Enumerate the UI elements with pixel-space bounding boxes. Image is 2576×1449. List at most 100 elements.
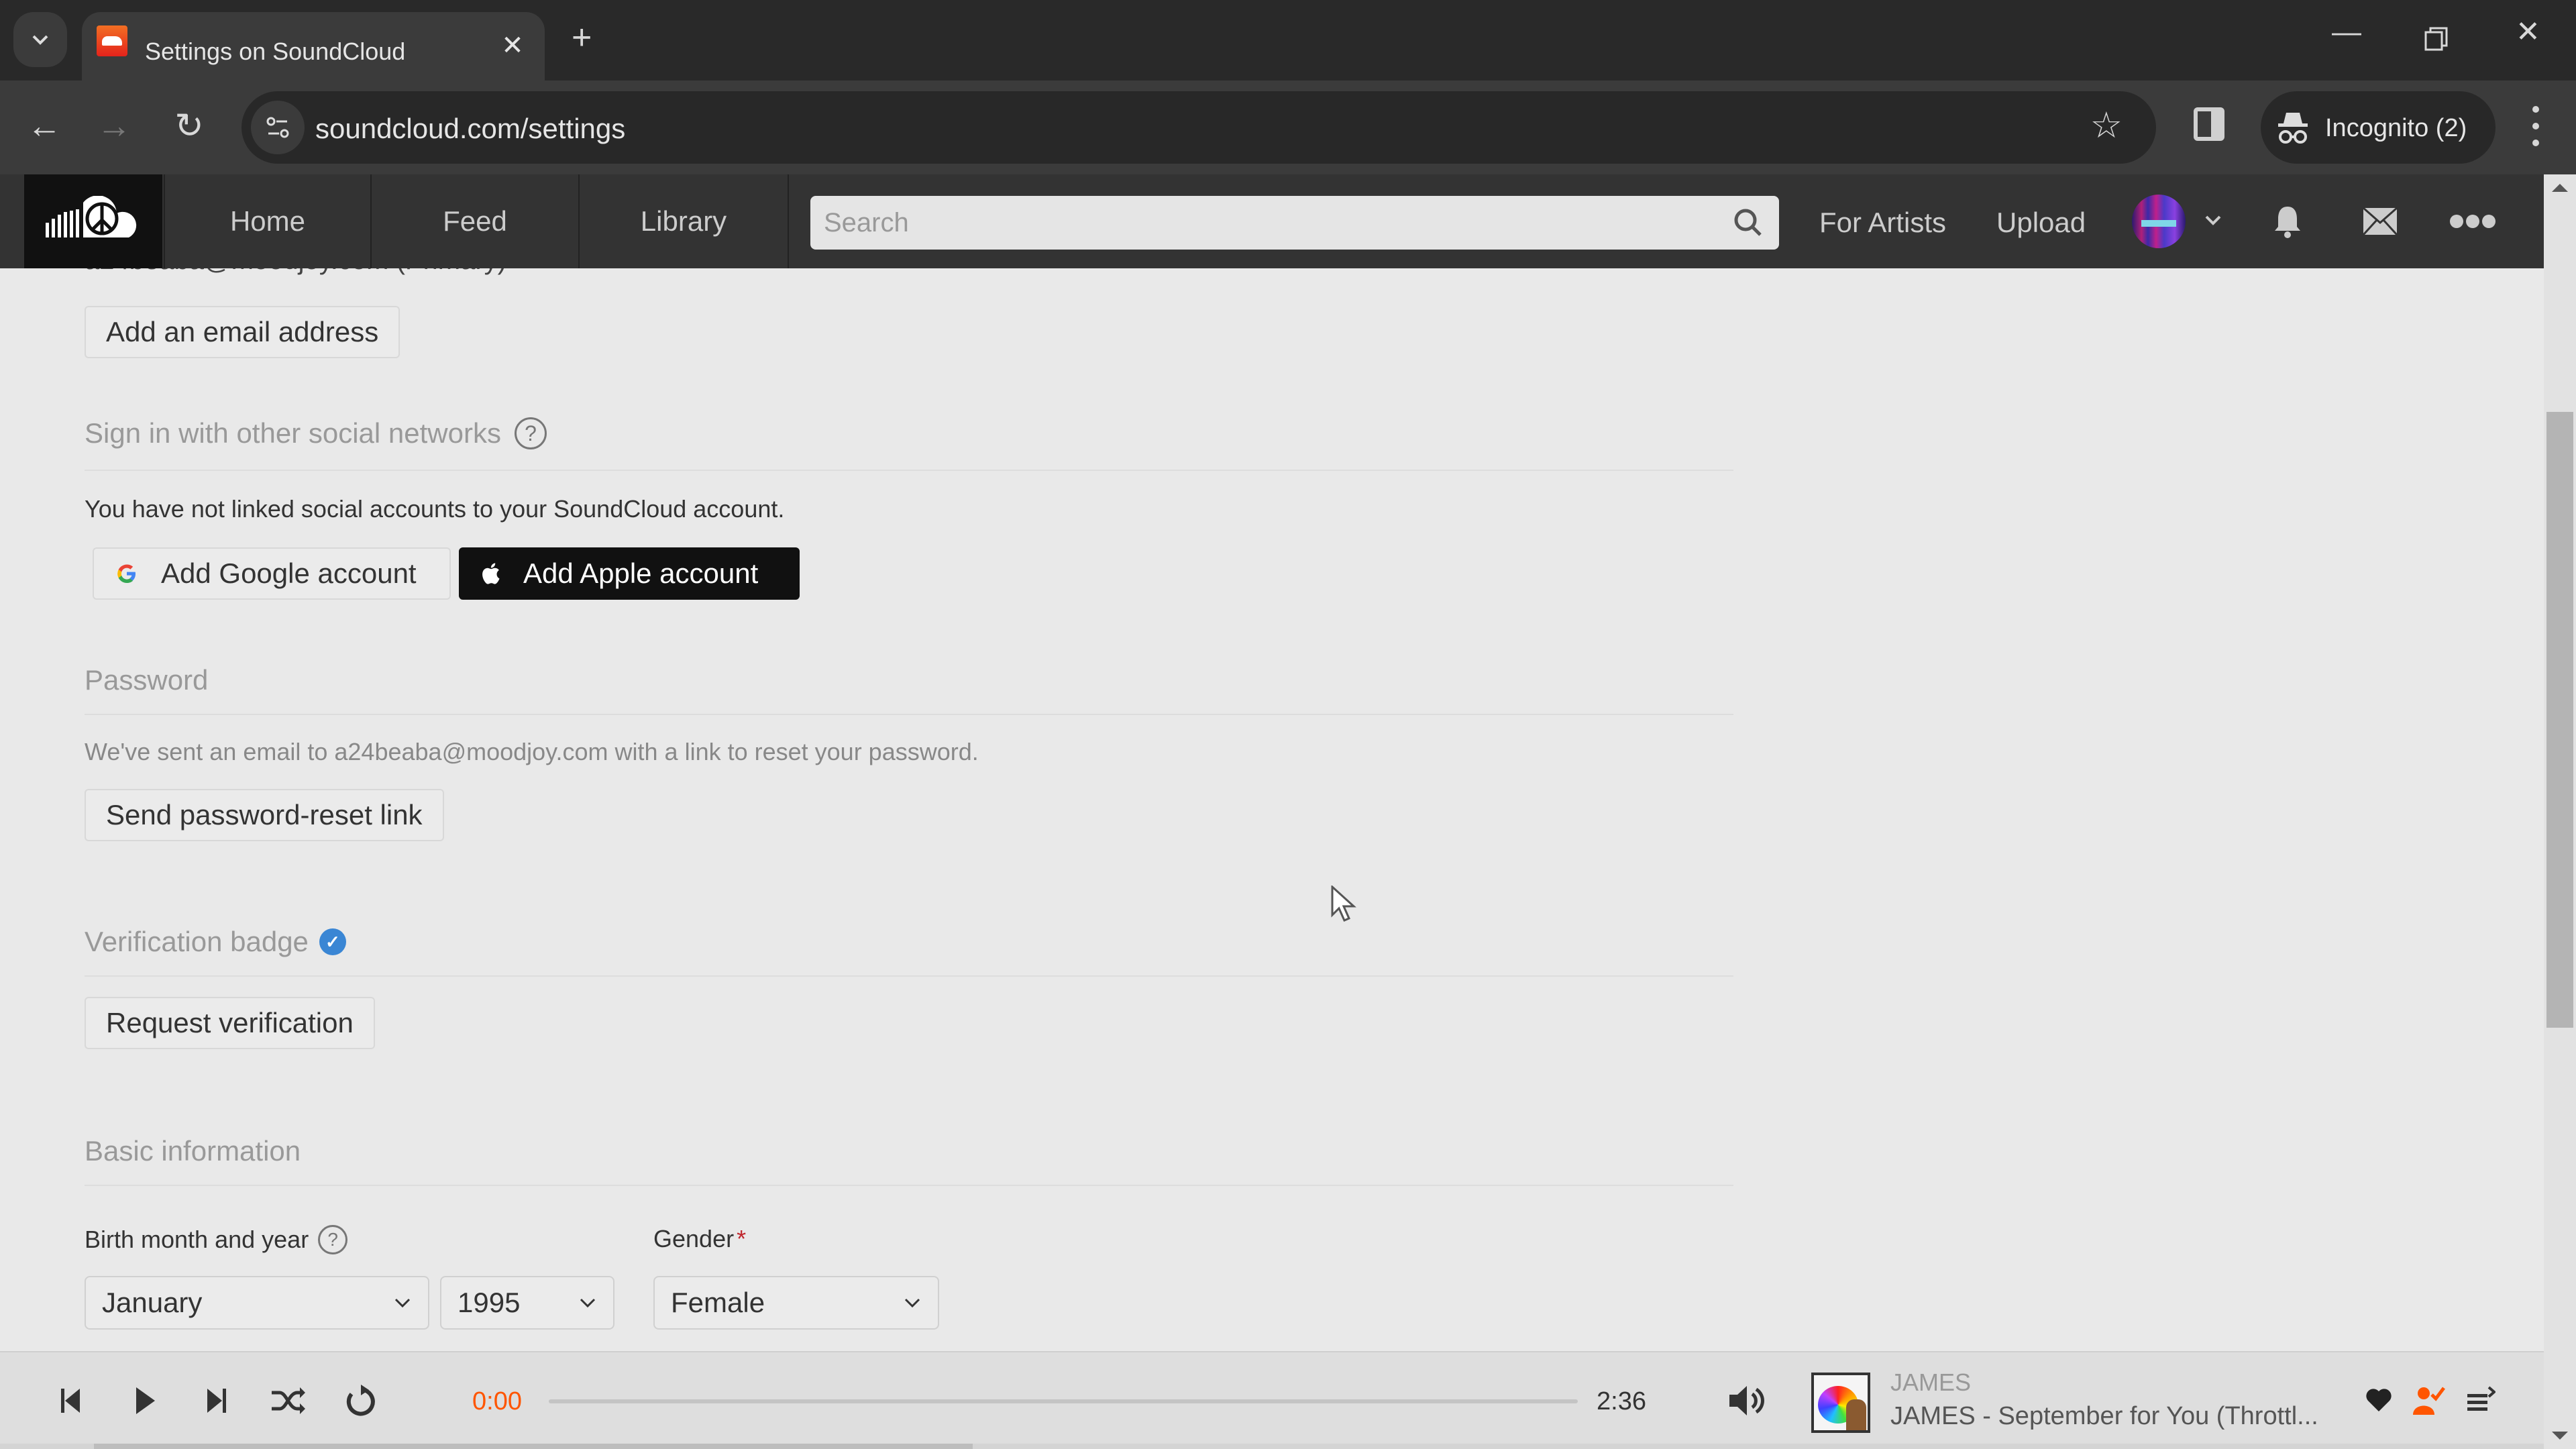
birth-year-select[interactable]: 1995 <box>440 1276 614 1330</box>
soundcloud-favicon-icon <box>97 25 127 56</box>
required-marker: * <box>737 1225 747 1252</box>
play-button[interactable] <box>125 1381 165 1421</box>
volume-button[interactable] <box>1727 1381 1767 1421</box>
chevron-down-icon <box>394 1298 411 1308</box>
queue-button[interactable] <box>2461 1381 2501 1421</box>
side-panel-icon[interactable] <box>2194 107 2224 141</box>
mail-icon <box>2362 207 2398 236</box>
browser-tab[interactable]: Settings on SoundCloud ✕ <box>82 12 545 80</box>
section-divider <box>85 470 1733 471</box>
send-password-reset-button[interactable]: Send password-reset link <box>85 789 444 841</box>
minimize-icon[interactable]: — <box>2332 17 2361 47</box>
track-artist-link[interactable]: JAMES <box>1890 1368 1971 1397</box>
scroll-down-arrow-icon[interactable] <box>2552 1432 2568 1440</box>
previous-track-button[interactable] <box>51 1381 91 1421</box>
elapsed-time: 0:00 <box>472 1387 522 1415</box>
notifications-button[interactable] <box>2263 197 2312 246</box>
basic-info-section-title: Basic information <box>85 1135 301 1167</box>
new-tab-icon[interactable]: + <box>572 20 592 55</box>
search-box <box>810 196 1779 250</box>
bookmark-star-icon[interactable]: ☆ <box>2090 107 2123 144</box>
for-artists-link[interactable]: For Artists <box>1819 207 1946 239</box>
page-scrollbar[interactable] <box>2544 174 2576 1449</box>
nav-home[interactable]: Home <box>164 174 372 268</box>
birth-month-value: January <box>102 1287 203 1318</box>
add-google-account-button[interactable]: Add Google account <box>93 547 451 600</box>
following-button[interactable] <box>2408 1381 2449 1421</box>
tab-search-button[interactable] <box>13 12 67 67</box>
player-bar: 0:00 2:36 JAMES JAMES - September for Yo… <box>0 1351 2544 1449</box>
soundcloud-logo-icon <box>46 196 137 237</box>
horizontal-scrollbar[interactable] <box>0 1444 2544 1449</box>
birth-date-label-text: Birth month and year <box>85 1226 309 1253</box>
search-icon[interactable] <box>1732 207 1764 239</box>
back-icon[interactable]: ← <box>24 109 64 144</box>
gender-label-text: Gender <box>653 1225 735 1252</box>
add-email-button[interactable]: Add an email address <box>85 306 400 358</box>
gender-select[interactable]: Female <box>653 1276 939 1330</box>
upload-link[interactable]: Upload <box>1996 207 2086 239</box>
social-section-title-text: Sign in with other social networks <box>85 417 501 449</box>
chevron-down-icon <box>32 35 48 45</box>
more-options-button[interactable] <box>2449 197 2497 246</box>
next-track-button[interactable] <box>196 1381 236 1421</box>
incognito-indicator[interactable]: Incognito (2) <box>2261 91 2496 164</box>
progress-bar[interactable] <box>549 1399 1578 1403</box>
user-avatar[interactable] <box>2132 195 2186 248</box>
nav-feed[interactable]: Feed <box>372 174 580 268</box>
search-input[interactable] <box>810 196 1779 250</box>
add-google-account-label: Add Google account <box>161 557 417 589</box>
track-duration: 2:36 <box>1597 1387 1646 1415</box>
like-button[interactable] <box>2359 1381 2399 1421</box>
address-bar[interactable]: soundcloud.com/settings ☆ <box>241 91 2156 164</box>
birth-date-label: Birth month and year ? <box>85 1225 348 1254</box>
birth-month-select[interactable]: January <box>85 1276 429 1330</box>
forward-icon[interactable]: → <box>94 109 134 144</box>
gender-label: Gender * <box>653 1225 746 1253</box>
repeat-button[interactable] <box>341 1381 381 1421</box>
social-section-title: Sign in with other social networks ? <box>85 417 547 449</box>
password-reset-message: We've sent an email to a24beaba@moodjoy.… <box>85 738 979 765</box>
skip-forward-icon <box>207 1389 226 1413</box>
playlist-queue-icon <box>2467 1386 2496 1411</box>
window-close-icon[interactable]: ✕ <box>2516 17 2540 47</box>
browser-tab-strip: Settings on SoundCloud ✕ + — ✕ <box>0 0 2576 80</box>
browser-menu-icon[interactable] <box>2522 106 2549 146</box>
add-apple-account-label: Add Apple account <box>523 557 759 589</box>
birth-help-icon[interactable]: ? <box>318 1225 348 1254</box>
track-title-link[interactable]: JAMES - September for You (Throttl... <box>1890 1402 2318 1431</box>
volume-icon <box>1729 1386 1764 1415</box>
chevron-down-icon <box>904 1298 920 1308</box>
social-status-text: You have not linked social accounts to y… <box>85 495 785 523</box>
soundcloud-logo[interactable] <box>24 174 162 268</box>
scrollbar-thumb[interactable] <box>2546 412 2573 1028</box>
url-text[interactable]: soundcloud.com/settings <box>315 113 625 145</box>
settings-content: a24beaba@moodjoy.com (Primary) Add an em… <box>0 268 2544 1351</box>
profile-chevron-down-icon[interactable] <box>2204 215 2222 227</box>
nav-library-label: Library <box>640 205 727 237</box>
request-verification-button[interactable]: Request verification <box>85 997 375 1049</box>
section-divider <box>85 714 1733 715</box>
tab-close-icon[interactable]: ✕ <box>499 32 526 59</box>
birth-year-value: 1995 <box>458 1287 521 1318</box>
chevron-down-icon <box>580 1298 596 1308</box>
restore-icon[interactable] <box>2424 27 2449 51</box>
track-artwork[interactable] <box>1811 1373 1870 1433</box>
nav-library[interactable]: Library <box>580 174 789 268</box>
soundcloud-header: Home Feed Library For Artists Upload <box>0 174 2544 268</box>
tab-title: Settings on SoundCloud <box>145 38 406 65</box>
password-section-title-text: Password <box>85 664 209 696</box>
messages-button[interactable] <box>2356 197 2404 246</box>
play-icon <box>136 1387 155 1414</box>
skip-back-icon <box>61 1389 80 1413</box>
site-info-icon[interactable] <box>251 101 305 154</box>
bell-icon <box>2275 207 2300 238</box>
heart-icon <box>2366 1389 2392 1411</box>
nav-home-label: Home <box>229 205 306 237</box>
add-apple-account-button[interactable]: Add Apple account <box>459 547 800 600</box>
help-icon[interactable]: ? <box>514 417 547 449</box>
scroll-up-arrow-icon[interactable] <box>2552 184 2568 192</box>
horizontal-scrollbar-thumb[interactable] <box>94 1444 973 1449</box>
reload-icon[interactable]: ↻ <box>169 109 209 144</box>
shuffle-button[interactable] <box>268 1381 309 1421</box>
